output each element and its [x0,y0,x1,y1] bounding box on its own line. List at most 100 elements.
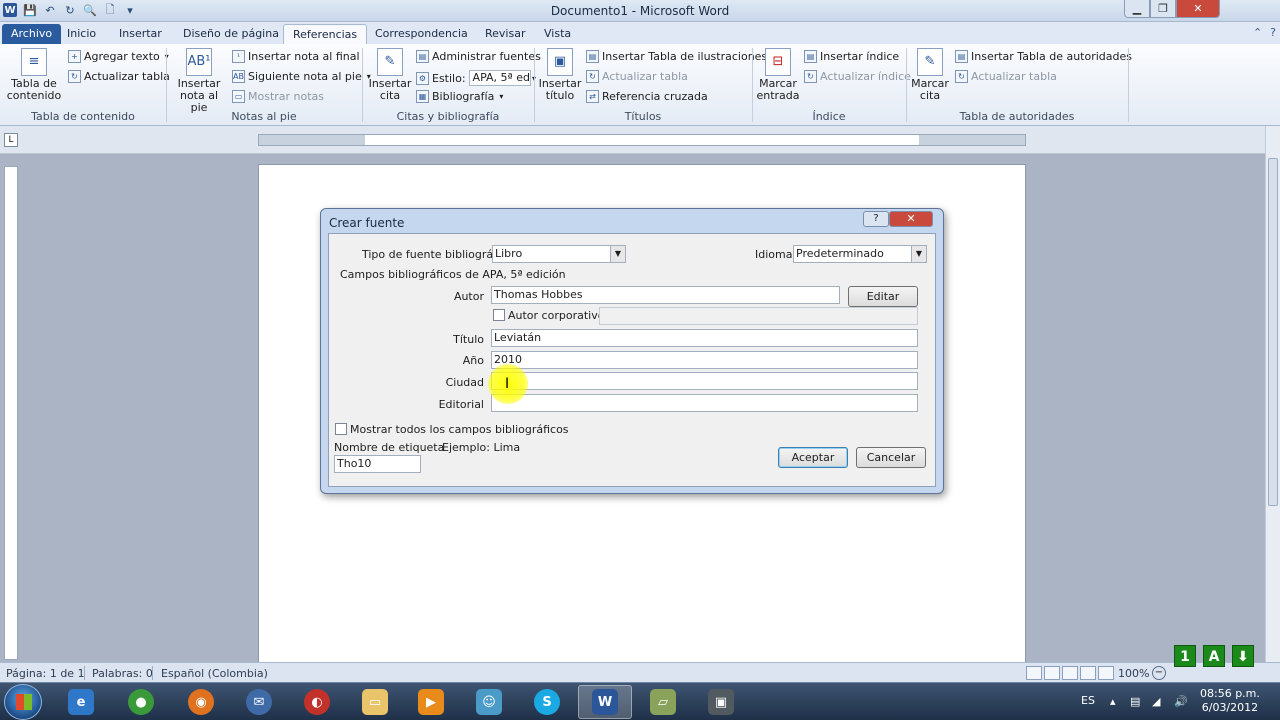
taskbar-thunderbird[interactable]: ✉ [232,685,286,719]
tabla-contenido-button[interactable]: ≡ Tabla de contenido [6,48,62,102]
bibliografia-button[interactable]: ▦ Bibliografía ▾ [416,90,503,103]
taskbar-word[interactable]: W [578,685,632,719]
bibliography-icon: ▦ [416,90,429,103]
taskbar-app-green[interactable]: ▱ [636,685,690,719]
scrollbar-thumb[interactable] [1268,158,1278,506]
administrar-fuentes-button[interactable]: ▤ Administrar fuentes [416,50,541,63]
signal-icon[interactable]: ◢ [1152,695,1160,708]
referencia-cruzada-button[interactable]: ⇄ Referencia cruzada [586,90,708,103]
tray-language[interactable]: ES [1081,694,1095,707]
taskbar-explorer[interactable]: ▭ [348,685,402,719]
mostrar-notas-button[interactable]: ▭ Mostrar notas [232,90,324,103]
taskbar-chrome[interactable]: ● [114,685,168,719]
insertar-nota-pie-button[interactable]: AB¹ Insertar nota al pie [170,48,228,114]
ribbon: ≡ Tabla de contenido + Agregar texto▾ ↻ … [0,44,1280,126]
mostrar-todos-checkbox[interactable] [335,423,347,435]
insertar-tabla-autoridades-button[interactable]: ▤ Insertar Tabla de autoridades [955,50,1132,63]
overlay-button-1[interactable]: 1 [1174,645,1196,667]
page-count[interactable]: Página: 1 de 1 [6,667,85,680]
start-button[interactable] [4,684,42,720]
minimize-button[interactable]: ▁ [1124,0,1150,18]
language-status[interactable]: Español (Colombia) [161,667,268,680]
titulo-field[interactable]: Leviatán [491,329,918,347]
aceptar-button[interactable]: Aceptar [778,447,848,468]
insert-caption-icon: ▣ [547,48,573,76]
nombre-etiqueta-field[interactable]: Tho10 [334,455,421,473]
mail-client-icon: ✉ [246,689,272,715]
cancelar-button[interactable]: Cancelar [856,447,926,468]
tab-insertar[interactable]: Insertar [110,24,171,44]
close-button[interactable]: ✕ [1176,0,1220,18]
idioma-select[interactable]: Predeterminado ▼ [793,245,927,263]
insertar-tabla-ilustraciones-button[interactable]: ▤ Insertar Tabla de ilustraciones [586,50,767,63]
tab-vista[interactable]: Vista [535,24,580,44]
chrome-icon: ● [128,689,154,715]
taskbar-ie[interactable]: e [54,685,108,719]
minimize-ribbon-icon[interactable]: ⌃ [1253,26,1262,39]
help-icon[interactable]: ? [1270,26,1276,39]
ciudad-field[interactable] [491,372,918,390]
zoom-level[interactable]: 100% [1118,667,1149,680]
taskbar-skype[interactable]: S [520,685,574,719]
zoom-out-icon[interactable]: − [1152,666,1166,680]
agregar-texto-button[interactable]: + Agregar texto▾ [68,50,169,63]
editar-button[interactable]: Editar [848,286,918,307]
taskbar-camera[interactable]: ▣ [694,685,748,719]
tab-diseno[interactable]: Diseño de página [174,24,288,44]
actualizar-tabla-titulos-label: Actualizar tabla [602,70,688,83]
outline-view-icon[interactable] [1080,666,1096,680]
tab-referencias[interactable]: Referencias [283,24,368,44]
actualizar-tabla-autoridades-button[interactable]: ↻ Actualizar tabla [955,70,1057,83]
table-of-contents-icon: ≡ [21,48,47,76]
maximize-button[interactable]: ❐ [1150,0,1176,18]
dialog-help-button[interactable]: ? [863,211,889,227]
editorial-field[interactable] [491,394,918,412]
marcar-entrada-button[interactable]: ⊟ Marcar entrada [756,48,800,102]
tab-revisar[interactable]: Revisar [476,24,534,44]
update-index-icon: ↻ [804,70,817,83]
dialog-close-button[interactable]: ✕ [889,211,933,227]
taskbar-people[interactable]: ☺ [462,685,516,719]
siguiente-nota-button[interactable]: AB Siguiente nota al pie ▾ [232,70,371,83]
taskbar-filezilla[interactable]: ◐ [290,685,344,719]
actualizar-tabla-toc-button[interactable]: ↻ Actualizar tabla [68,70,170,83]
full-screen-reading-icon[interactable] [1044,666,1060,680]
ruler-strip[interactable] [258,134,1026,146]
tipo-fuente-select[interactable]: Libro ▼ [492,245,626,263]
word-count[interactable]: Palabras: 0 [92,667,153,680]
autor-corporativo-field[interactable] [599,307,918,325]
insertar-nota-final-button[interactable]: ¹ Insertar nota al final [232,50,360,63]
anio-field[interactable]: 2010 [491,351,918,369]
taskbar-firefox[interactable]: ◉ [174,685,228,719]
network-icon[interactable]: ▤ [1130,695,1140,708]
actualizar-indice-button[interactable]: ↻ Actualizar índice [804,70,911,83]
tab-archivo[interactable]: Archivo [2,24,62,44]
tab-correspondencia[interactable]: Correspondencia [366,24,477,44]
autor-field[interactable]: Thomas Hobbes [491,286,840,304]
print-layout-icon[interactable] [1026,666,1042,680]
volume-icon[interactable]: 🔊 [1174,695,1188,708]
insertar-indice-button[interactable]: ▤ Insertar índice [804,50,899,63]
referencia-cruzada-label: Referencia cruzada [602,90,708,103]
insertar-cita-button[interactable]: ✎ Insertar cita [368,48,412,102]
draft-view-icon[interactable] [1098,666,1114,680]
autor-label: Autor [453,290,484,303]
autor-corporativo-checkbox[interactable] [493,309,505,321]
actualizar-tabla-titulos-button[interactable]: ↻ Actualizar tabla [586,70,688,83]
taskbar-media-player[interactable]: ▶ [404,685,458,719]
windows-logo-icon [16,694,32,710]
insertar-titulo-button[interactable]: ▣ Insertar título [538,48,582,102]
ciudad-label: Ciudad [445,376,484,389]
marcar-cita-button[interactable]: ✎ Marcar cita [910,48,950,102]
clock[interactable]: 08:56 p.m. 6/03/2012 [1200,687,1260,715]
tab-inicio[interactable]: Inicio [58,24,105,44]
nombre-etiqueta-label: Nombre de etiqueta [334,441,445,454]
tab-selector-icon[interactable]: L [4,133,18,147]
overlay-download-icon[interactable]: ⬇ [1232,645,1254,667]
estilo-combo[interactable]: APA, 5ª ed▾ [468,70,536,86]
web-layout-icon[interactable] [1062,666,1078,680]
overlay-button-a[interactable]: A [1203,645,1225,667]
vertical-scrollbar[interactable] [1265,126,1280,662]
tray-expand-icon[interactable]: ▴ [1110,695,1116,708]
endnote-icon: ¹ [232,50,245,63]
